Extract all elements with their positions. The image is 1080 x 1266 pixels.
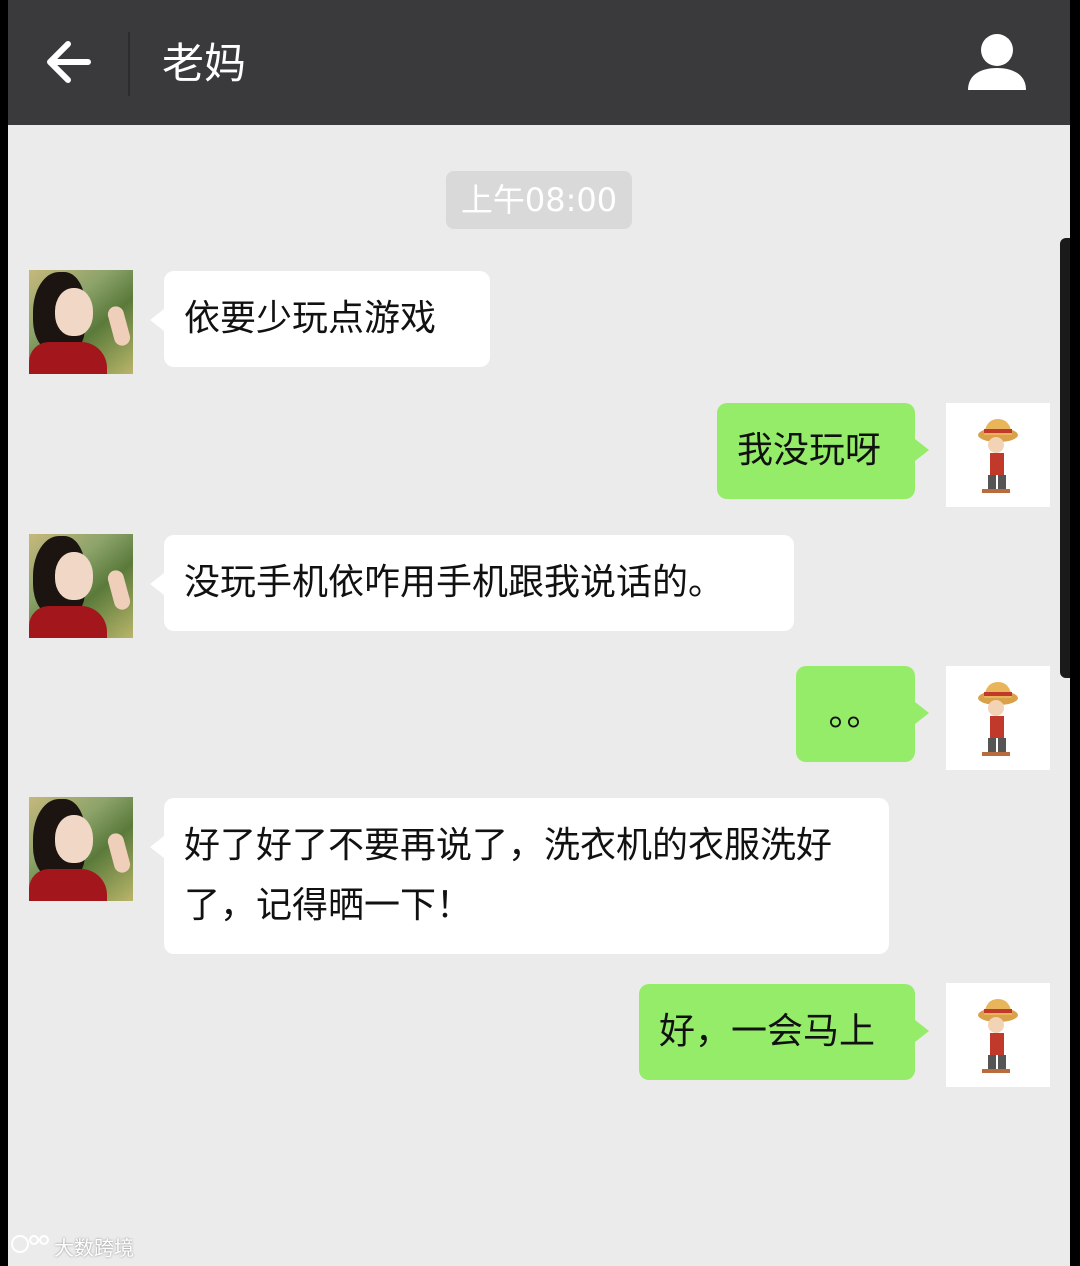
scroll-indicator[interactable] (1060, 238, 1070, 678)
contact-avatar[interactable] (29, 797, 133, 901)
cartoon-character-icon (978, 999, 1018, 1073)
message-bubble-outgoing[interactable]: 我没玩呀 (717, 403, 929, 499)
my-avatar[interactable] (946, 403, 1050, 507)
message-bubble-incoming[interactable]: 好了好了不要再说了，洗衣机的衣服洗好了，记得晒一下！ (150, 798, 889, 954)
title-divider (128, 32, 130, 96)
cartoon-character-icon (978, 682, 1018, 756)
person-icon (968, 34, 1026, 90)
message-bubble-incoming[interactable]: 依要少玩点游戏 (150, 271, 490, 367)
my-avatar[interactable] (946, 983, 1050, 1087)
back-arrow-icon (47, 41, 91, 83)
chat-title: 老妈 (162, 39, 247, 88)
watermark-logo-icon (11, 1235, 49, 1253)
message-timestamp: 上午08:00 (446, 171, 632, 229)
message-bubble-outgoing[interactable]: 好，一会马上 (639, 984, 929, 1080)
my-avatar[interactable] (946, 666, 1050, 770)
profile-button[interactable] (962, 30, 1032, 96)
message-bubble-outgoing[interactable]: 。。 (796, 666, 929, 762)
chat-screen: 老妈 上午08:00 依要少玩点游戏 我没玩呀 没玩手机依咋用手机跟我说话的。 (8, 0, 1070, 1266)
title-bar: 老妈 (8, 0, 1070, 125)
back-button[interactable] (30, 22, 110, 102)
contact-avatar[interactable] (29, 534, 133, 638)
watermark-text: 大数跨境 (54, 1236, 134, 1260)
contact-avatar[interactable] (29, 270, 133, 374)
message-bubble-incoming[interactable]: 没玩手机依咋用手机跟我说话的。 (150, 535, 794, 631)
cartoon-character-icon (978, 419, 1018, 493)
